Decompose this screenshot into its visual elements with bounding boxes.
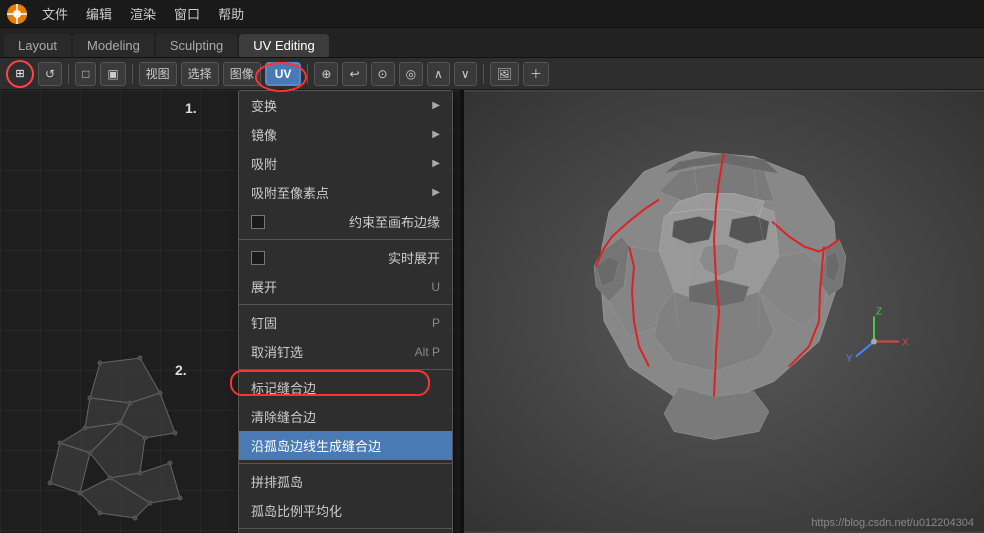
sep-1: [68, 64, 69, 84]
indicator-2: 2.: [175, 362, 187, 378]
shortcut-unpin: Alt P: [415, 345, 440, 359]
3d-model-svg: X Z Y: [464, 90, 984, 533]
menu-window[interactable]: 窗口: [166, 2, 208, 25]
uv-dropdown-menu: 变换 镜像 吸附 吸附至像素点 约束至画布边缘 实时展开: [238, 90, 453, 533]
checkbox-constrain: [251, 215, 265, 229]
menu-constrain-bounds[interactable]: 约束至画布边缘: [239, 207, 452, 236]
indicator-1: 1.: [185, 100, 197, 116]
toolbar-v1[interactable]: ∧: [427, 62, 450, 86]
svg-text:Z: Z: [876, 307, 882, 318]
toolbar-view[interactable]: 视图: [139, 62, 177, 86]
sep-drop-2: [239, 304, 452, 305]
menu-help[interactable]: 帮助: [210, 2, 252, 25]
uv-mesh: [20, 343, 220, 523]
menu-unwrap[interactable]: 展开 U: [239, 272, 452, 301]
blender-logo[interactable]: [6, 3, 28, 25]
menu-average-scale[interactable]: 孤岛比例平均化: [239, 496, 452, 525]
menu-unpin[interactable]: 取消钉选 Alt P: [239, 337, 452, 366]
tab-modeling[interactable]: Modeling: [73, 34, 154, 57]
toolbar-v2[interactable]: ∨: [454, 62, 477, 86]
toolbar-icon-grid[interactable]: ⊞: [6, 60, 34, 88]
menu-pin[interactable]: 钉固 P: [239, 308, 452, 337]
sep-3: [307, 64, 308, 84]
workspace-tabs: Layout Modeling Sculpting UV Editing: [0, 28, 984, 58]
checkbox-live-unwrap: [251, 251, 265, 265]
toolbar-select[interactable]: 选择: [181, 62, 219, 86]
menu-live-unwrap[interactable]: 实时展开: [239, 243, 452, 272]
shortcut-pin: P: [432, 316, 440, 330]
toolbar: ⊞ ↺ □ ▣ 视图 选择 图像 UV ⊕ ↩ ⊙ ◎ ∧ ∨ 🖼 ＋: [0, 58, 984, 90]
tab-layout[interactable]: Layout: [4, 34, 71, 57]
svg-text:Y: Y: [846, 354, 853, 365]
sep-drop-4: [239, 463, 452, 464]
sep-drop-1: [239, 239, 452, 240]
menu-mark-seam[interactable]: 标记缝合边: [239, 373, 452, 402]
tab-uv-editing[interactable]: UV Editing: [239, 34, 328, 57]
toolbar-plus[interactable]: ＋: [523, 62, 549, 86]
sep-drop-3: [239, 369, 452, 370]
toolbar-snap[interactable]: ⊙: [371, 62, 395, 86]
menu-pack-islands[interactable]: 拼排孤岛: [239, 467, 452, 496]
menu-render[interactable]: 渲染: [122, 2, 164, 25]
menu-file[interactable]: 文件: [34, 2, 76, 25]
shortcut-unwrap: U: [431, 280, 440, 294]
toolbar-btn-sq1[interactable]: □: [75, 62, 96, 86]
toolbar-uv-btn[interactable]: UV: [265, 62, 302, 86]
menu-snap-pixel[interactable]: 吸附至像素点: [239, 178, 452, 207]
top-menubar: 文件 编辑 渲染 窗口 帮助: [0, 0, 984, 28]
sep-drop-5: [239, 528, 452, 529]
sep-2: [132, 64, 133, 84]
toolbar-image[interactable]: 图像: [223, 62, 261, 86]
toolbar-proportional[interactable]: ◎: [399, 62, 423, 86]
menu-transform[interactable]: 变换: [239, 91, 452, 120]
tab-sculpting[interactable]: Sculpting: [156, 34, 237, 57]
menu-clear-seam[interactable]: 清除缝合边: [239, 402, 452, 431]
menu-mirror[interactable]: 镜像: [239, 120, 452, 149]
toolbar-btn-refresh[interactable]: ↺: [38, 62, 62, 86]
menu-snap[interactable]: 吸附: [239, 149, 452, 178]
url-bar: https://blog.csdn.net/u012204304: [811, 517, 974, 529]
menu-edit[interactable]: 编辑: [78, 2, 120, 25]
toolbar-btn-sq2[interactable]: ▣: [100, 62, 125, 86]
viewport-3d[interactable]: X Z Y: [464, 90, 984, 533]
menu-seam-from-islands[interactable]: 沿孤岛边线生成缝合边: [239, 431, 452, 460]
uv-panel: 1. 2. 变换 镜像 吸附 吸附至像素点 约束至画布边缘: [0, 90, 460, 533]
toolbar-transform[interactable]: ⊕: [314, 62, 338, 86]
toolbar-undo[interactable]: ↩: [342, 62, 366, 86]
svg-text:X: X: [902, 338, 909, 349]
toolbar-img-display[interactable]: 🖼: [490, 62, 519, 86]
main-area: 1. 2. 变换 镜像 吸附 吸附至像素点 约束至画布边缘: [0, 90, 984, 533]
sep-4: [483, 64, 484, 84]
